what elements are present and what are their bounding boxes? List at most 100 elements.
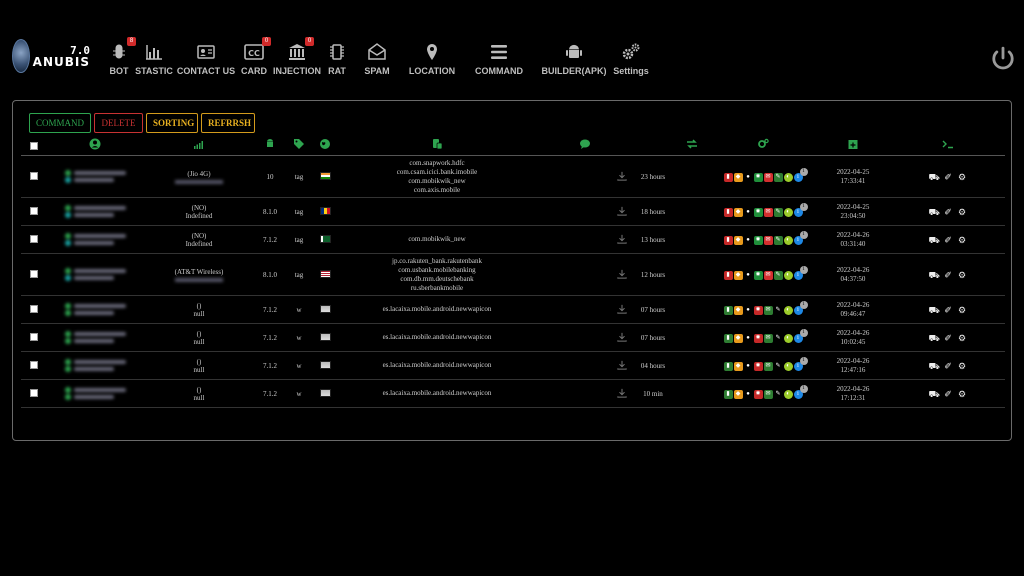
- download-icon[interactable]: [617, 388, 627, 400]
- bot-tag: tag: [285, 253, 313, 296]
- download-icon[interactable]: [617, 206, 627, 218]
- envelope-icon: [368, 43, 386, 60]
- settings-icon[interactable]: ⚙: [957, 333, 968, 343]
- row-checkbox[interactable]: [30, 206, 38, 215]
- nav-item-location[interactable]: LOCATION: [409, 42, 455, 78]
- settings-icon[interactable]: ⚙: [957, 207, 968, 217]
- settings-icon[interactable]: ⚙: [957, 172, 968, 182]
- table-row[interactable]: (NO) Indefined 8.1.0 tag 18 hours ▮ ◆ ● ✸ ✉ ✎ ◐ i 1 20…: [21, 197, 1005, 226]
- inbox-icon[interactable]: ⛟: [929, 235, 940, 245]
- row-checkbox[interactable]: [30, 269, 38, 278]
- download-icon[interactable]: [617, 332, 627, 344]
- inbox-icon[interactable]: ⛟: [929, 389, 940, 399]
- table-row[interactable]: () null 7.1.2 w es.lacaixa.mobile.android.ne…: [21, 379, 1005, 408]
- row-checkbox[interactable]: [30, 360, 38, 369]
- installed-apps: jp.co.rakuten_bank.rakutenbank com.usbank…: [337, 253, 537, 296]
- country-flag-icon: [319, 234, 331, 243]
- operator-note: null: [193, 337, 205, 346]
- row-checkbox[interactable]: [30, 171, 38, 180]
- settings-icon[interactable]: ⚙: [957, 235, 968, 245]
- syringe-icon[interactable]: ✐: [943, 361, 954, 371]
- select-all-checkbox[interactable]: [30, 142, 38, 150]
- inbox-icon[interactable]: ⛟: [929, 305, 940, 315]
- download-icon[interactable]: [617, 269, 627, 281]
- row-checkbox[interactable]: [30, 234, 38, 243]
- chip-icon: [330, 44, 344, 60]
- permission-icons: ▮ ◆ ● ✸ ✉ ✎ ◐ i 1: [723, 356, 808, 371]
- register-date: 2022-04-26: [836, 300, 870, 309]
- download-icon[interactable]: [617, 360, 627, 372]
- row-checkbox[interactable]: [30, 332, 38, 341]
- anubis-logo[interactable]: 7.0 ANUBIS: [12, 36, 90, 76]
- delete-button[interactable]: DELETE: [94, 113, 143, 133]
- nav-item-bot[interactable]: 8 BOT: [108, 37, 136, 78]
- menu-icon: [491, 45, 507, 59]
- inbox-icon[interactable]: ⛟: [929, 361, 940, 371]
- settings-icon[interactable]: ⚙: [957, 361, 968, 371]
- bot-id-redacted: [64, 303, 126, 316]
- power-icon[interactable]: [990, 46, 1016, 72]
- syringe-icon[interactable]: ✐: [943, 270, 954, 280]
- syringe-icon[interactable]: ✐: [943, 333, 954, 343]
- table-row[interactable]: () null 7.1.2 w es.lacaixa.mobile.android.ne…: [21, 351, 1005, 380]
- nav-item-stastic[interactable]: STASTIC: [135, 42, 173, 78]
- syringe-icon[interactable]: ✐: [943, 389, 954, 399]
- permission-icons: ▮ ◆ ● ✸ ✉ ✎ ◐ i 1: [723, 230, 808, 245]
- row-checkbox[interactable]: [30, 388, 38, 397]
- table-row[interactable]: (NO) Indefined 7.1.2 tag com.mobikwik_new 13 …: [21, 225, 1005, 254]
- download-icon[interactable]: [617, 234, 627, 246]
- nav-item-rat[interactable]: RAT: [327, 42, 347, 78]
- syringe-icon[interactable]: ✐: [943, 235, 954, 245]
- table-row[interactable]: () null 7.1.2 w es.lacaixa.mobile.android.ne…: [21, 295, 1005, 324]
- nav-item-builder[interactable]: BUILDER(APK): [542, 42, 607, 78]
- settings-icon[interactable]: ⚙: [957, 270, 968, 280]
- table-row[interactable]: (AT&T Wireless) 8.1.0 tag jp.co.rakuten_ban…: [21, 253, 1005, 296]
- settings-icon[interactable]: ⚙: [957, 389, 968, 399]
- bot-id-redacted: [64, 170, 126, 183]
- nav-item-settings[interactable]: Settings: [613, 42, 649, 78]
- nav-item-card[interactable]: CC 0 CARD: [241, 37, 271, 78]
- operator-note: Indefined: [185, 211, 213, 220]
- table-row[interactable]: () null 7.1.2 w es.lacaixa.mobile.android.ne…: [21, 323, 1005, 352]
- nav-label: COMMAND: [475, 66, 523, 76]
- table-row[interactable]: (Jio 4G) 10 tag com.snapwork.hdfc com.csam.i…: [21, 155, 1005, 198]
- syringe-icon[interactable]: ✐: [943, 207, 954, 217]
- nav-item-contact[interactable]: CONTACT US: [177, 42, 235, 78]
- nav-item-command[interactable]: COMMAND: [474, 42, 524, 78]
- settings-icon[interactable]: ⚙: [957, 305, 968, 315]
- sorting-button[interactable]: SORTING: [146, 113, 198, 133]
- row-checkbox[interactable]: [30, 304, 38, 313]
- nav-label: CARD: [241, 66, 267, 76]
- row-actions: ⛟ ✐ ⚙: [929, 172, 968, 182]
- refresh-button[interactable]: REFRRSH: [201, 113, 255, 133]
- inbox-icon[interactable]: ⛟: [929, 207, 940, 217]
- inbox-icon[interactable]: ⛟: [929, 270, 940, 280]
- inbox-icon[interactable]: ⛟: [929, 172, 940, 182]
- eye-icon: ●: [743, 361, 753, 371]
- register-time: 04:37:50: [840, 274, 866, 283]
- status-icon: ◐: [783, 389, 793, 399]
- inbox-icon[interactable]: ⛟: [929, 333, 940, 343]
- bot-tag: w: [285, 323, 313, 352]
- operator-name: (): [196, 329, 202, 338]
- app-package: jp.co.rakuten_bank.rakutenbank: [392, 256, 482, 265]
- mail-icon: ✉: [763, 333, 773, 343]
- mail-icon: ✉: [763, 361, 773, 371]
- command-button[interactable]: COMMAND: [29, 113, 91, 133]
- download-icon[interactable]: [617, 171, 627, 183]
- nav-item-injection[interactable]: 0 INJECTION: [273, 37, 321, 78]
- syringe-icon[interactable]: ✐: [943, 305, 954, 315]
- nav-item-spam[interactable]: SPAM: [364, 42, 390, 78]
- app-package: es.lacaixa.mobile.android.newwapicon: [382, 361, 492, 369]
- mail-icon: ✉: [763, 172, 773, 182]
- phone-redacted: [175, 277, 223, 282]
- android-icon: [267, 139, 273, 147]
- download-icon[interactable]: [617, 304, 627, 316]
- register-time: 23:04:50: [840, 211, 866, 220]
- installed-apps: com.mobikwik_new: [337, 225, 537, 254]
- nav-badge: 8: [127, 37, 136, 46]
- tag-icon: [294, 139, 304, 149]
- shield-icon: ◆: [733, 361, 743, 371]
- operator-name: (): [196, 385, 202, 394]
- syringe-icon[interactable]: ✐: [943, 172, 954, 182]
